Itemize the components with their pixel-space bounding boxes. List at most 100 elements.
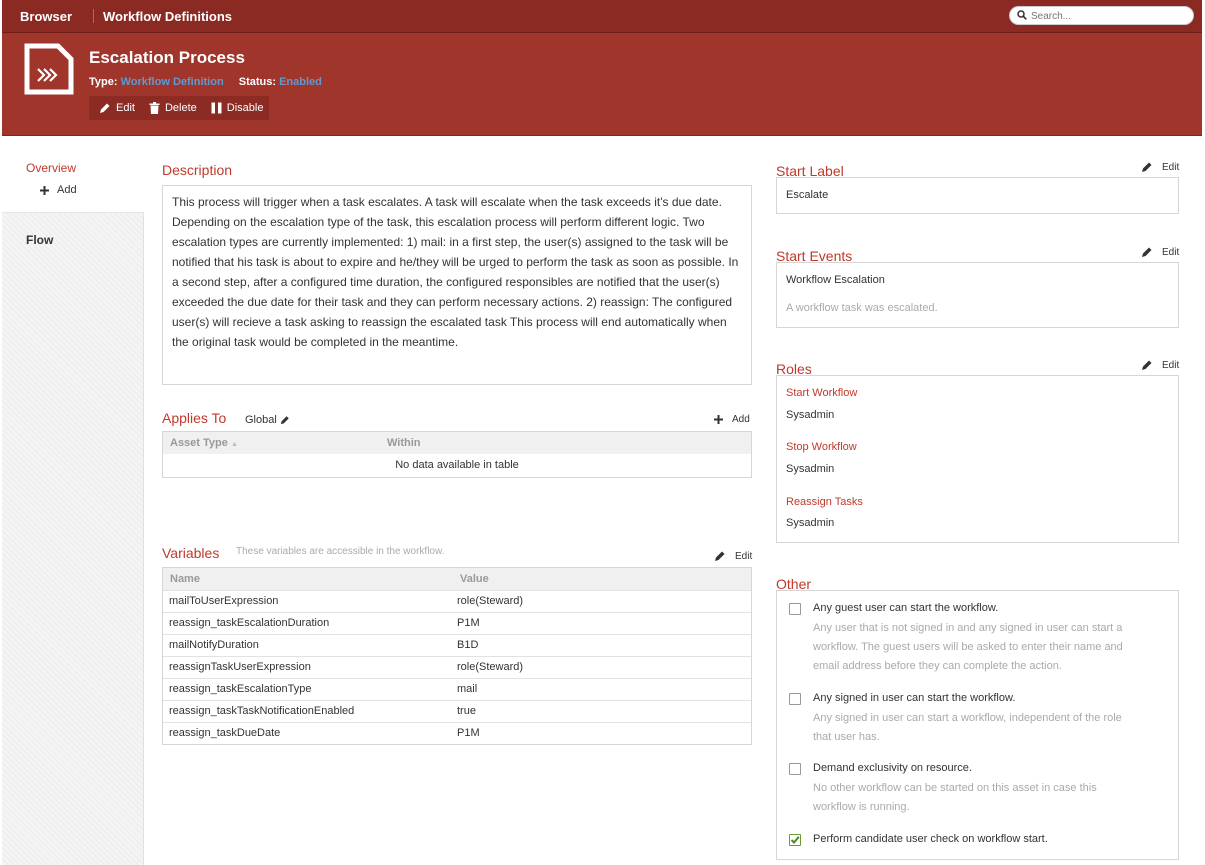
header-meta: Type: Workflow Definition Status: Enable… [89,76,322,88]
type-value[interactable]: Workflow Definition [121,76,224,88]
candidate-user-check-option-label: Perform candidate user check on workflow… [813,833,1048,845]
table-row: reassign_taskEscalationType mail [163,677,751,700]
table-row: mailToUserExpression role(Steward) [163,589,751,612]
table-row: mailNotifyDuration B1D [163,633,751,656]
variable-value: P1M [453,611,751,634]
edit-button[interactable]: Edit [99,102,135,114]
description-text: This process will trigger when a task es… [172,195,739,349]
signed-in-user-checkbox[interactable] [789,693,801,705]
pencil-icon [715,551,725,561]
table-row: reassign_taskEscalationDuration P1M [163,611,751,634]
variables-edit-button[interactable]: Edit [714,550,752,562]
pencil-icon [1142,360,1152,370]
candidate-user-check-checkbox[interactable] [789,834,801,846]
roles-edit-label: Edit [1162,359,1180,371]
variables-table: Name Value mailToUserExpression role(Stew… [162,567,752,745]
pencil-icon [100,103,110,113]
variable-value: role(Steward) [453,655,751,678]
page-title: Escalation Process [89,48,245,67]
variable-name: mailToUserExpression [163,589,453,612]
applies-to-add-button[interactable]: Add [714,414,750,425]
status-label: Status: [238,76,277,88]
plus-icon [714,415,723,424]
start-events-edit-label: Edit [1162,246,1180,258]
variables-hint: These variables are accessible in the wo… [236,546,445,557]
variable-name: mailNotifyDuration [163,633,453,656]
start-event-name: Workflow Escalation [786,274,885,286]
exclusivity-checkbox[interactable] [789,763,801,775]
empty-table-message: No data available in table [395,459,519,471]
pencil-icon [280,416,289,425]
variables-title: Variables [162,545,220,561]
trash-icon [149,102,160,114]
signed-in-user-option-description: Any signed in user can start a workflow,… [813,712,1122,743]
nav-add-button[interactable]: Add [40,184,77,196]
disable-button[interactable]: Disable [211,102,264,114]
column-header-value[interactable]: Value [453,568,751,590]
header-actions: Edit Delete Disable [89,96,270,120]
pencil-icon [1142,247,1152,257]
roles-edit-button[interactable]: Edit [1141,359,1179,371]
guest-user-option-label: Any guest user can start the workflow. [813,602,999,614]
type-label: Type: [89,76,118,88]
search-input[interactable] [1031,9,1186,23]
checkmark-icon [790,836,800,844]
pencil-icon [1142,162,1152,172]
variable-value: mail [453,677,751,700]
applies-to-title: Applies To [162,410,227,426]
edit-button-label: Edit [116,102,135,114]
role-stop-workflow-label: Stop Workflow [786,441,857,453]
description-box: This process will trigger when a task es… [162,185,752,385]
sort-icon: ▲ [230,441,238,448]
breadcrumb-workflow-definitions[interactable]: Workflow Definitions [103,9,232,24]
applies-to-add-label: Add [732,414,750,425]
browser-link[interactable]: Browser [20,9,72,24]
delete-button[interactable]: Delete [149,102,197,114]
disable-button-label: Disable [226,102,264,114]
table-row: reassign_taskDueDate P1M [163,721,751,744]
table-row: reassignTaskUserExpression role(Steward) [163,655,751,678]
plus-icon [40,185,49,195]
variable-value: P1M [453,721,751,744]
search-box[interactable] [1009,6,1194,25]
role-start-workflow-value: Sysadmin [786,409,835,421]
start-label-edit-label: Edit [1162,161,1180,173]
column-header-name[interactable]: Name [163,568,453,590]
guest-user-checkbox[interactable] [789,603,801,615]
nav-add-label: Add [57,184,77,196]
variable-value: true [453,699,751,722]
roles-box: Start Workflow Sysadmin Stop Workflow Sy… [776,375,1179,543]
topbar-divider [93,9,94,23]
column-header-within[interactable]: Within [380,432,751,454]
column-header-asset-type[interactable]: Asset Type ▲ [163,432,380,454]
applies-to-table: Asset Type ▲ Within No data available in… [162,431,752,478]
delete-button-label: Delete [164,102,197,114]
nav-overview[interactable]: Overview [26,161,76,175]
page-header: Escalation Process Type: Workflow Defini… [2,33,1202,136]
exclusivity-option-description: No other workflow can be started on this… [813,782,1097,813]
workflow-document-icon [24,43,74,95]
nav-flow[interactable]: Flow [26,233,53,247]
start-label-edit-button[interactable]: Edit [1141,161,1179,173]
role-reassign-tasks-label: Reassign Tasks [786,496,863,508]
applies-to-scope[interactable]: Global [245,414,290,426]
start-events-edit-button[interactable]: Edit [1141,246,1179,258]
role-stop-workflow-value: Sysadmin [786,463,835,475]
variable-name: reassign_taskEscalationType [163,677,453,700]
left-nav: Overview Add Flow [2,150,144,865]
role-start-workflow-label: Start Workflow [786,387,858,399]
start-event-description: A workflow task was escalated. [786,302,938,314]
variable-value: B1D [453,633,751,656]
description-title: Description [162,162,233,178]
table-row: reassign_taskTaskNotificationEnabled true [163,699,751,722]
start-events-box: Workflow Escalation A workflow task was … [776,262,1179,328]
variable-name: reassignTaskUserExpression [163,655,453,678]
variable-value: role(Steward) [453,589,751,612]
exclusivity-option-label: Demand exclusivity on resource. [813,762,972,774]
status-value[interactable]: Enabled [279,76,322,88]
start-label-box: Escalate [776,177,1179,214]
scope-label: Global [245,414,277,426]
variables-edit-label: Edit [735,550,753,562]
variable-name: reassign_taskDueDate [163,721,453,744]
other-box: Any guest user can start the workflow. A… [776,590,1179,860]
